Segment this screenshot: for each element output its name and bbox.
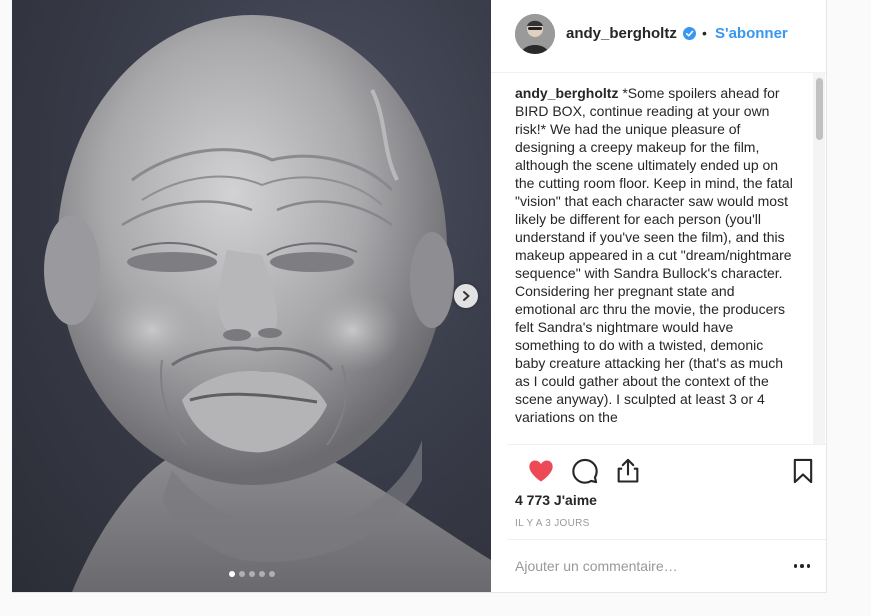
divider	[507, 539, 826, 540]
header-separator: •	[702, 25, 707, 41]
chevron-right-icon	[463, 291, 470, 301]
caption-text: *Some spoilers ahead for BIRD BOX, conti…	[515, 85, 793, 425]
divider	[507, 444, 826, 445]
instagram-post: andy_bergholtz • S'abonner andy_bergholt…	[12, 0, 827, 593]
verified-badge-icon	[683, 27, 696, 40]
post-image[interactable]	[12, 0, 491, 592]
caption-container: andy_bergholtz *Some spoilers ahead for …	[515, 84, 795, 444]
action-bar	[491, 453, 826, 489]
carousel-dot	[238, 571, 245, 577]
avatar[interactable]	[515, 14, 555, 54]
comment-icon[interactable]	[571, 457, 599, 485]
carousel-next-button[interactable]	[454, 284, 478, 308]
caption-scrollbar[interactable]	[813, 72, 825, 444]
comment-input[interactable]	[515, 555, 765, 577]
sculpture-image	[44, 15, 491, 592]
carousel-dot	[228, 571, 235, 577]
carousel-indicator	[12, 571, 491, 577]
carousel-dot	[258, 571, 265, 577]
avatar-photo	[515, 14, 555, 54]
post-timestamp[interactable]: IL Y A 3 JOURS	[515, 518, 590, 529]
post-sidebar: andy_bergholtz • S'abonner andy_bergholt…	[491, 0, 826, 592]
post-header: andy_bergholtz • S'abonner	[491, 0, 826, 73]
likes-count[interactable]: 4 773 J'aime	[515, 492, 597, 508]
carousel-dot	[268, 571, 275, 577]
more-options-icon[interactable]	[791, 556, 813, 576]
carousel-dot	[248, 571, 255, 577]
more-dot	[806, 564, 811, 568]
scrollbar-thumb[interactable]	[816, 78, 823, 140]
heart-filled-icon[interactable]	[527, 457, 555, 485]
share-icon[interactable]	[614, 457, 642, 485]
caption-username[interactable]: andy_bergholtz	[515, 85, 618, 101]
bookmark-icon[interactable]	[789, 457, 817, 485]
more-dot	[793, 564, 798, 568]
follow-button[interactable]: S'abonner	[715, 25, 788, 42]
more-dot	[800, 564, 804, 568]
caption: andy_bergholtz *Some spoilers ahead for …	[515, 84, 795, 426]
author-username[interactable]: andy_bergholtz	[566, 25, 677, 42]
